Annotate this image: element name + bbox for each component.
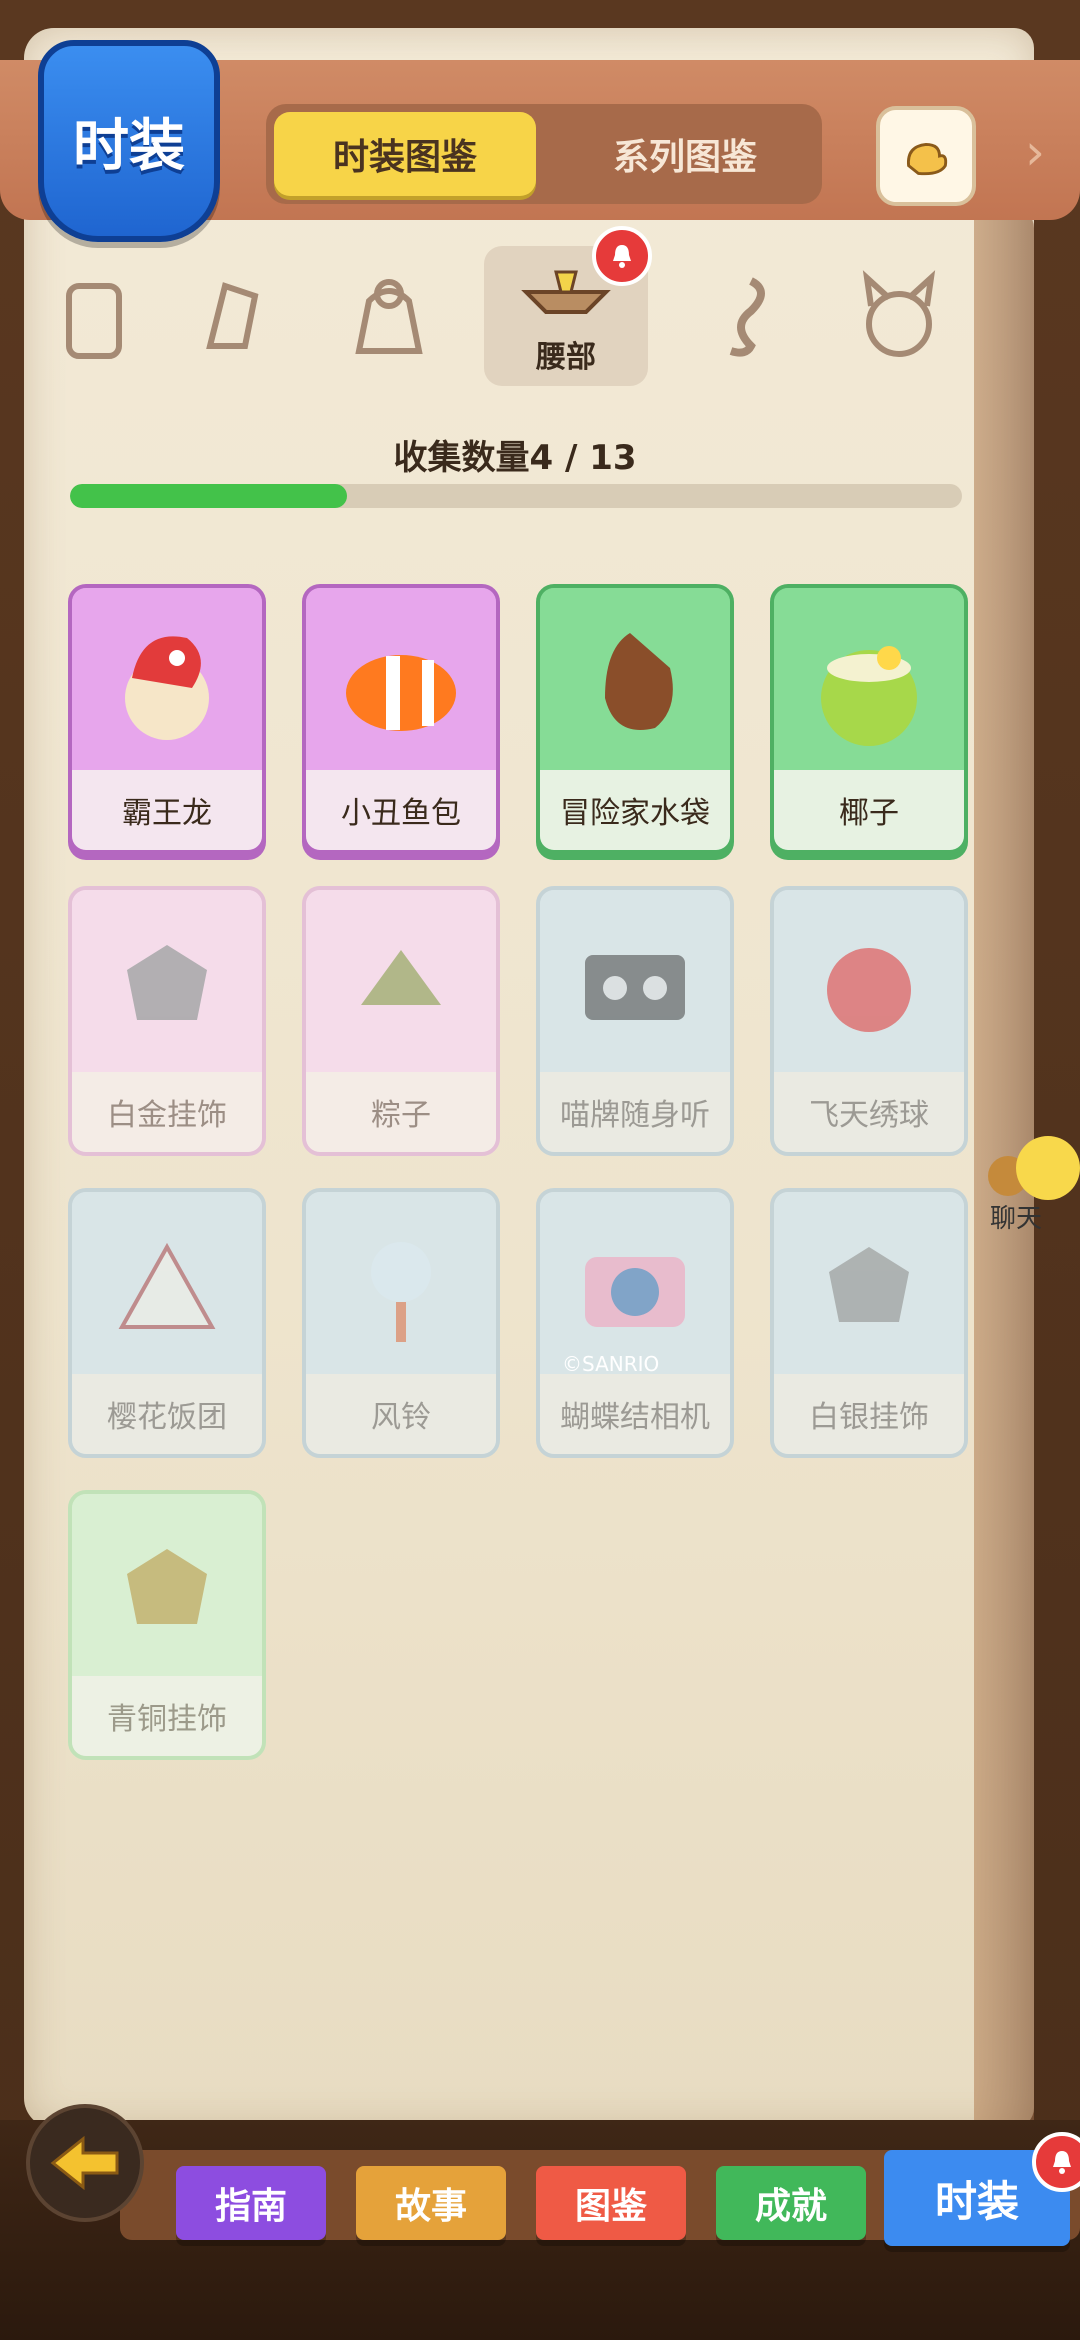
section-badge: 时装 (38, 40, 220, 242)
face-icon (862, 270, 936, 357)
tab-fashion-catalog[interactable]: 时装图鉴 (274, 112, 536, 196)
item-card[interactable]: 粽子 (302, 886, 500, 1156)
nav-guide[interactable]: 指南 (176, 2166, 326, 2240)
item-art (540, 890, 730, 1080)
coconut-icon (821, 646, 917, 746)
category-waist-label: 腰部 (536, 340, 596, 375)
silver-charm-icon (829, 1247, 909, 1322)
item-card[interactable]: 小丑鱼包 (302, 584, 500, 854)
item-name: 白银挂饰 (774, 1374, 964, 1454)
waterbag-icon (605, 633, 673, 730)
bronze-charm-icon (127, 1549, 207, 1624)
strength-button[interactable] (876, 106, 976, 206)
item-card[interactable]: 风铃 (302, 1188, 500, 1458)
item-name: 飞天绣球 (774, 1072, 964, 1152)
item-name: 椰子 (774, 770, 964, 850)
item-art (774, 588, 964, 778)
rice-ball-icon (118, 1242, 216, 1329)
category-row: 腰部 (40, 226, 990, 396)
arm-icon (906, 142, 948, 176)
torso-icon (355, 279, 423, 354)
item-card[interactable]: 樱花饭团 (68, 1188, 266, 1458)
item-art (72, 890, 262, 1080)
collection-count: 收集数量4 / 13 (393, 438, 637, 478)
badge-label: 时装 (73, 113, 185, 179)
category-torso[interactable] (330, 246, 448, 386)
item-name: 樱花饭团 (72, 1374, 262, 1454)
collection-progress-bar (70, 484, 962, 508)
item-card[interactable]: 白银挂饰 (770, 1188, 968, 1458)
item-card[interactable]: 白金挂饰 (68, 886, 266, 1156)
item-name: 风铃 (306, 1374, 496, 1454)
item-card[interactable]: 椰子 (770, 584, 968, 854)
item-art (540, 588, 730, 778)
tail-icon (729, 277, 765, 357)
back-arrow-icon (50, 2135, 119, 2191)
item-art (774, 890, 964, 1080)
category-hand[interactable] (176, 246, 294, 386)
chat-button[interactable]: 聊天 (970, 1136, 1080, 1234)
item-art: ©SANRIO (540, 1192, 730, 1382)
item-art (774, 1192, 964, 1382)
item-card[interactable]: 喵牌随身听 (536, 886, 734, 1156)
item-art (72, 1494, 262, 1684)
item-card[interactable]: 冒险家水袋 (536, 584, 734, 854)
camera-icon (585, 1257, 685, 1327)
zongzi-icon (361, 950, 441, 1005)
item-card[interactable]: 青铜挂饰 (68, 1490, 266, 1760)
notification-bell-icon (592, 226, 652, 286)
nav-collection[interactable]: 图鉴 (536, 2166, 686, 2240)
item-art (72, 588, 262, 778)
cassette-icon (585, 955, 685, 1020)
bag-icon (66, 283, 122, 359)
category-tail[interactable] (682, 246, 800, 386)
tab-switcher: 时装图鉴 系列图鉴 (266, 104, 822, 204)
item-name: 喵牌随身听 (540, 1072, 730, 1152)
item-name: 霸王龙 (72, 770, 262, 850)
dino-icon (125, 636, 209, 740)
item-name: 白金挂饰 (72, 1072, 262, 1152)
back-button[interactable] (26, 2104, 144, 2222)
item-art (72, 1192, 262, 1382)
embroidered-ball-icon (827, 948, 911, 1032)
category-bag[interactable] (40, 246, 158, 386)
chat-avatar-icon (1016, 1136, 1080, 1200)
wind-chime-icon (371, 1242, 431, 1342)
chat-label: 聊天 (990, 1204, 1043, 1234)
item-art (306, 890, 496, 1080)
item-name: 青铜挂饰 (72, 1676, 262, 1756)
item-card[interactable]: 飞天绣球 (770, 886, 968, 1156)
category-waist[interactable]: 腰部 (484, 226, 652, 386)
nav-achievement[interactable]: 成就 (716, 2166, 866, 2240)
copyright-caption: ©SANRIO (562, 1352, 660, 1376)
item-name: 蝴蝶结相机 (540, 1374, 730, 1454)
item-art (306, 1192, 496, 1382)
hand-icon (206, 282, 259, 349)
item-art (306, 588, 496, 778)
tab-series-catalog[interactable]: 系列图鉴 (556, 112, 814, 196)
progress-fill (70, 484, 347, 508)
chevron-right-icon[interactable]: › (1018, 122, 1052, 182)
item-name: 冒险家水袋 (540, 770, 730, 850)
item-card[interactable]: 霸王龙 (68, 584, 266, 854)
item-name: 粽子 (306, 1072, 496, 1152)
category-face[interactable] (840, 246, 958, 386)
clownfish-icon (346, 655, 456, 731)
item-name: 小丑鱼包 (306, 770, 496, 850)
nav-story[interactable]: 故事 (356, 2166, 506, 2240)
item-card[interactable]: ©SANRIO 蝴蝶结相机 (536, 1188, 734, 1458)
platinum-charm-icon (127, 945, 207, 1020)
